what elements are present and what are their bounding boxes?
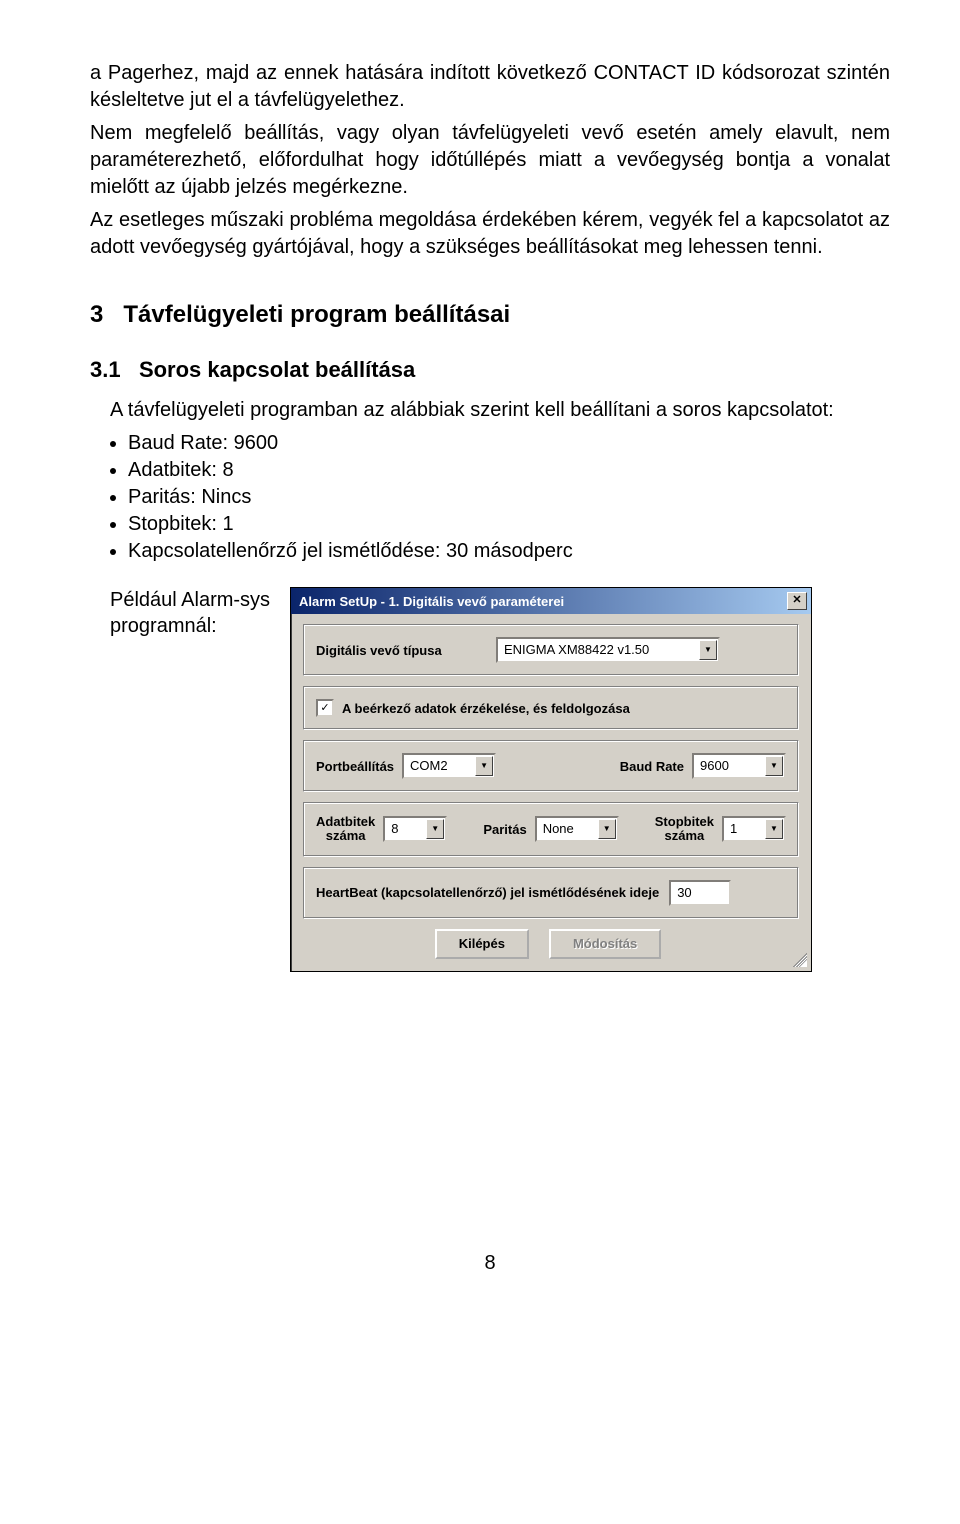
chevron-down-icon[interactable]: ▼ xyxy=(699,640,717,660)
stopbit-label: Stopbitek száma xyxy=(655,815,714,844)
chevron-down-icon[interactable]: ▼ xyxy=(765,819,783,839)
paragraph-1: a Pagerhez, majd az ennek hatására indít… xyxy=(90,60,890,114)
baud-value: 9600 xyxy=(700,756,729,776)
section-3-1-num: 3.1 xyxy=(90,357,121,382)
heartbeat-value: 30 xyxy=(677,883,691,903)
list-item: Adatbitek: 8 xyxy=(128,459,890,482)
adatbit-combo[interactable]: 8 ▼ xyxy=(383,816,447,842)
page-number: 8 xyxy=(90,1252,890,1275)
paritas-value: None xyxy=(543,819,574,839)
heartbeat-label: HeartBeat (kapcsolatellenőrző) jel ismét… xyxy=(316,885,659,900)
paritas-label: Paritás xyxy=(483,822,526,837)
detection-label: A beérkező adatok érzékelése, és feldolg… xyxy=(342,701,630,716)
exit-button[interactable]: Kilépés xyxy=(435,929,529,959)
stopbit-label-line2: száma xyxy=(665,828,705,843)
chevron-down-icon[interactable]: ▼ xyxy=(598,819,616,839)
section-3-heading: 3 Távfelügyeleti program beállításai xyxy=(90,301,890,329)
dialog-title: Alarm SetUp - 1. Digitális vevő paraméte… xyxy=(299,594,564,609)
list-item: Paritás: Nincs xyxy=(128,486,890,509)
port-baud-group: Portbeállítás COM2 ▼ Baud Rate 9600 ▼ xyxy=(303,740,799,792)
example-label: Például Alarm-sys programnál: xyxy=(110,587,290,639)
detection-checkbox[interactable]: ✓ A beérkező adatok érzékelése, és feldo… xyxy=(316,699,630,717)
stopbit-label-line1: Stopbitek xyxy=(655,814,714,829)
bits-group: Adatbitek száma 8 ▼ Paritás None ▼ xyxy=(303,802,799,857)
heartbeat-input[interactable]: 30 xyxy=(669,880,731,906)
adatbit-label-line2: száma xyxy=(326,828,366,843)
paragraph-2: Nem megfelelő beállítás, vagy olyan távf… xyxy=(90,120,890,201)
receiver-type-value: ENIGMA XM88422 v1.50 xyxy=(504,640,649,660)
baud-label: Baud Rate xyxy=(620,759,684,774)
baud-combo[interactable]: 9600 ▼ xyxy=(692,753,786,779)
section-3-1-intro: A távfelügyeleti programban az alábbiak … xyxy=(110,397,890,424)
receiver-type-label: Digitális vevő típusa xyxy=(316,643,486,658)
port-value: COM2 xyxy=(410,756,448,776)
chevron-down-icon[interactable]: ▼ xyxy=(765,756,783,776)
stopbit-combo[interactable]: 1 ▼ xyxy=(722,816,786,842)
section-3-num: 3 xyxy=(90,301,103,328)
chevron-down-icon[interactable]: ▼ xyxy=(475,756,493,776)
paragraph-3: Az esetleges műszaki probléma megoldása … xyxy=(90,207,890,261)
section-3-title: Távfelügyeleti program beállításai xyxy=(123,301,510,328)
list-item: Baud Rate: 9600 xyxy=(128,432,890,455)
close-button[interactable]: ✕ xyxy=(787,592,807,610)
modify-button[interactable]: Módosítás xyxy=(549,929,661,959)
settings-list: Baud Rate: 9600 Adatbitek: 8 Paritás: Ni… xyxy=(128,432,890,563)
list-item: Kapcsolatellenőrző jel ismétlődése: 30 m… xyxy=(128,540,890,563)
checkbox-icon: ✓ xyxy=(316,699,334,717)
heartbeat-group: HeartBeat (kapcsolatellenőrző) jel ismét… xyxy=(303,867,799,919)
section-3-1-title: Soros kapcsolat beállítása xyxy=(139,357,415,382)
list-item: Stopbitek: 1 xyxy=(128,513,890,536)
section-3-1-heading: 3.1 Soros kapcsolat beállítása xyxy=(90,357,890,383)
port-label: Portbeállítás xyxy=(316,759,394,774)
adatbit-label-line1: Adatbitek xyxy=(316,814,375,829)
detection-group: ✓ A beérkező adatok érzékelése, és feldo… xyxy=(303,686,799,730)
stopbit-value: 1 xyxy=(730,819,737,839)
adatbit-value: 8 xyxy=(391,819,398,839)
paritas-combo[interactable]: None ▼ xyxy=(535,816,619,842)
receiver-type-group: Digitális vevő típusa ENIGMA XM88422 v1.… xyxy=(303,624,799,676)
adatbit-label: Adatbitek száma xyxy=(316,815,375,844)
chevron-down-icon[interactable]: ▼ xyxy=(426,819,444,839)
dialog-titlebar: Alarm SetUp - 1. Digitális vevő paraméte… xyxy=(291,588,811,614)
port-combo[interactable]: COM2 ▼ xyxy=(402,753,496,779)
resize-grip-icon[interactable] xyxy=(793,953,807,967)
receiver-type-combo[interactable]: ENIGMA XM88422 v1.50 ▼ xyxy=(496,637,720,663)
alarm-setup-dialog: Alarm SetUp - 1. Digitális vevő paraméte… xyxy=(290,587,812,972)
